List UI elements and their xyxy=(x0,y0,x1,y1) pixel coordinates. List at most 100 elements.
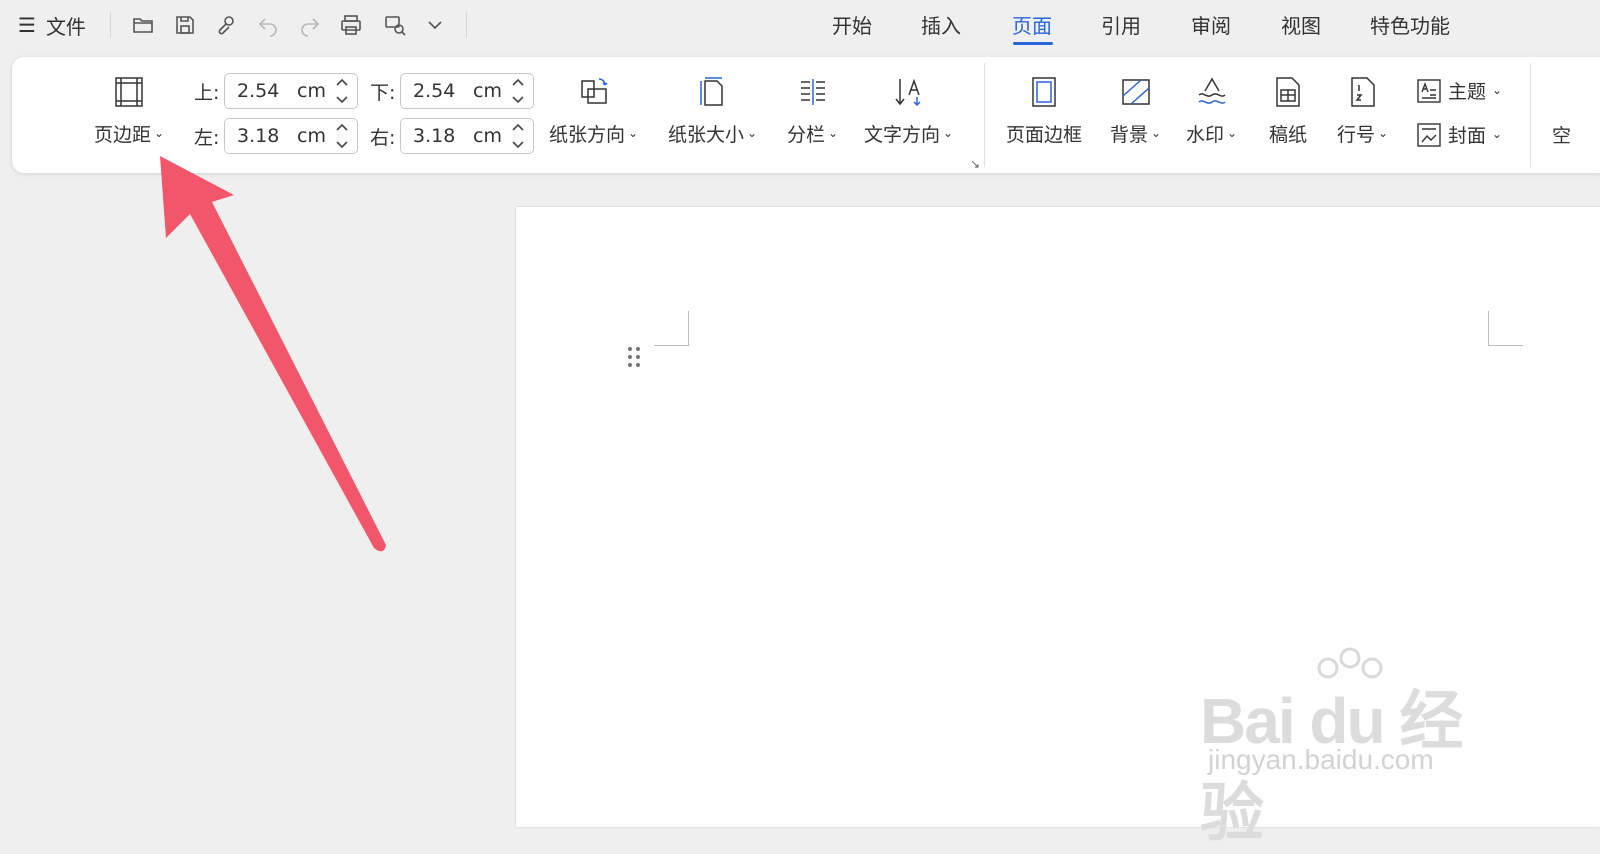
bottom-margin-input[interactable]: 2.54 cm xyxy=(400,73,534,109)
top-margin-field: 上: 2.54 cm xyxy=(194,73,358,109)
ribbon-toolbar: 页边距 ⌄ 上: 2.54 cm 下: 2.54 cm 左: 3.18 cm 右… xyxy=(12,57,1600,173)
background-label: 背景 xyxy=(1110,124,1149,146)
text-direction-button[interactable]: 文字方向 ⌄ xyxy=(864,73,953,147)
chevron-down-icon[interactable] xyxy=(335,139,349,151)
page-setup-launcher-icon[interactable]: ↘ xyxy=(970,157,980,171)
theme-label: 主题 xyxy=(1448,81,1487,103)
right-margin-input[interactable]: 3.18 cm xyxy=(400,118,534,154)
left-margin-input[interactable]: 3.18 cm xyxy=(224,118,358,154)
right-margin-unit: cm xyxy=(473,125,502,147)
save-icon[interactable] xyxy=(170,10,200,40)
ribbon-divider xyxy=(984,63,985,167)
print-preview-icon[interactable] xyxy=(380,10,410,40)
chevron-up-icon[interactable] xyxy=(335,76,349,88)
chevron-down-icon: ⌄ xyxy=(747,125,758,140)
watermark-button[interactable]: 水印 ⌄ xyxy=(1186,73,1237,147)
top-margin-unit: cm xyxy=(297,80,326,102)
watermark-url-text: jingyan.baidu.com xyxy=(1208,744,1434,775)
columns-label: 分栏 xyxy=(787,124,826,146)
columns-button[interactable]: 分栏 ⌄ xyxy=(787,73,838,147)
print-icon[interactable] xyxy=(336,10,366,40)
line-number-button[interactable]: 行号 ⌄ xyxy=(1337,73,1388,147)
cover-button[interactable]: 封面 ⌄ xyxy=(1416,121,1502,148)
line-number-label: 行号 xyxy=(1337,124,1376,146)
open-folder-icon[interactable] xyxy=(128,10,158,40)
left-margin-label: 左: xyxy=(194,126,220,149)
theme-button[interactable]: 主题 ⌄ xyxy=(1416,77,1502,104)
page-border-label: 页面边框 xyxy=(1006,124,1083,146)
margins-button[interactable]: 页边距 ⌄ xyxy=(94,73,164,147)
margin-corner-mark xyxy=(654,311,689,346)
chevron-down-icon: ⌄ xyxy=(628,125,639,140)
watermark-label: 水印 xyxy=(1186,124,1225,146)
chevron-down-icon: ⌄ xyxy=(1492,82,1503,97)
manuscript-icon xyxy=(1269,73,1307,111)
top-margin-stepper[interactable] xyxy=(335,76,351,106)
bottom-margin-label: 下: xyxy=(370,81,396,104)
tab-insert[interactable]: 插入 xyxy=(921,10,961,39)
manuscript-paper-button[interactable]: 稿纸 xyxy=(1269,73,1307,147)
top-margin-value: 2.54 xyxy=(237,80,280,102)
page-border-icon xyxy=(1025,73,1063,111)
tab-special-features[interactable]: 特色功能 xyxy=(1370,10,1450,39)
tab-references[interactable]: 引用 xyxy=(1101,10,1141,39)
right-margin-value: 3.18 xyxy=(413,125,456,147)
margin-corner-mark xyxy=(1488,311,1523,346)
bottom-margin-stepper[interactable] xyxy=(511,76,527,106)
paper-size-label: 纸张大小 xyxy=(668,124,745,146)
tab-view[interactable]: 视图 xyxy=(1281,10,1321,39)
theme-icon xyxy=(1417,78,1441,103)
chevron-down-icon[interactable] xyxy=(511,94,525,106)
blank-page-label: 空 xyxy=(1552,125,1572,147)
chevron-up-icon[interactable] xyxy=(511,121,525,133)
paper-size-button[interactable]: 纸张大小 ⌄ xyxy=(668,73,757,147)
chevron-down-icon: ⌄ xyxy=(943,125,954,140)
chevron-down-icon: ⌄ xyxy=(154,125,165,140)
baidu-jingyan-watermark: Bai du 经验 jingyan.baidu.com xyxy=(1200,640,1500,849)
line-number-icon xyxy=(1344,73,1382,111)
orientation-button[interactable]: 纸张方向 ⌄ xyxy=(549,73,638,147)
bottom-margin-field: 下: 2.54 cm xyxy=(370,73,534,109)
right-margin-label: 右: xyxy=(370,126,396,149)
chevron-up-icon[interactable] xyxy=(511,76,525,88)
right-margin-field: 右: 3.18 cm xyxy=(370,118,534,154)
paragraph-drag-handle-icon[interactable] xyxy=(626,347,642,371)
chevron-down-icon: ⌄ xyxy=(828,125,839,140)
top-margin-label: 上: xyxy=(194,81,220,104)
page-orientation-icon xyxy=(575,73,613,111)
chevron-up-icon[interactable] xyxy=(335,121,349,133)
tab-review[interactable]: 审阅 xyxy=(1191,10,1231,39)
tab-page[interactable]: 页面 xyxy=(1012,10,1052,39)
chevron-down-icon: ⌄ xyxy=(1227,125,1238,140)
bottom-margin-value: 2.54 xyxy=(413,80,456,102)
text-direction-label: 文字方向 xyxy=(864,124,941,146)
cover-icon xyxy=(1417,122,1441,147)
left-margin-unit: cm xyxy=(297,125,326,147)
left-margin-value: 3.18 xyxy=(237,125,280,147)
file-menu-button[interactable]: ☰ 文件 xyxy=(18,10,86,40)
left-margin-field: 左: 3.18 cm xyxy=(194,118,358,154)
cover-label: 封面 xyxy=(1448,125,1487,147)
top-margin-input[interactable]: 2.54 cm xyxy=(224,73,358,109)
background-button[interactable]: 背景 ⌄ xyxy=(1110,73,1161,147)
undo-icon[interactable] xyxy=(253,10,283,40)
redo-icon[interactable] xyxy=(295,10,325,40)
tab-home[interactable]: 开始 xyxy=(832,10,872,39)
chevron-down-icon[interactable] xyxy=(511,139,525,151)
page-margins-icon xyxy=(110,73,148,111)
file-menu-label: 文件 xyxy=(45,14,86,39)
toolbar-divider xyxy=(110,12,111,38)
blank-page-button[interactable]: 空 xyxy=(1552,121,1571,148)
format-painter-icon[interactable] xyxy=(212,10,242,40)
page-border-button[interactable]: 页面边框 xyxy=(1006,73,1082,147)
chevron-down-icon: ⌄ xyxy=(1492,126,1503,141)
hamburger-icon: ☰ xyxy=(18,13,36,37)
bottom-margin-unit: cm xyxy=(473,80,502,102)
chevron-down-icon[interactable] xyxy=(420,10,450,40)
right-margin-stepper[interactable] xyxy=(511,121,527,151)
chevron-down-icon[interactable] xyxy=(335,94,349,106)
watermark-icon xyxy=(1193,73,1231,111)
toolbar-divider xyxy=(466,12,467,38)
chevron-down-icon: ⌄ xyxy=(1151,125,1162,140)
left-margin-stepper[interactable] xyxy=(335,121,351,151)
